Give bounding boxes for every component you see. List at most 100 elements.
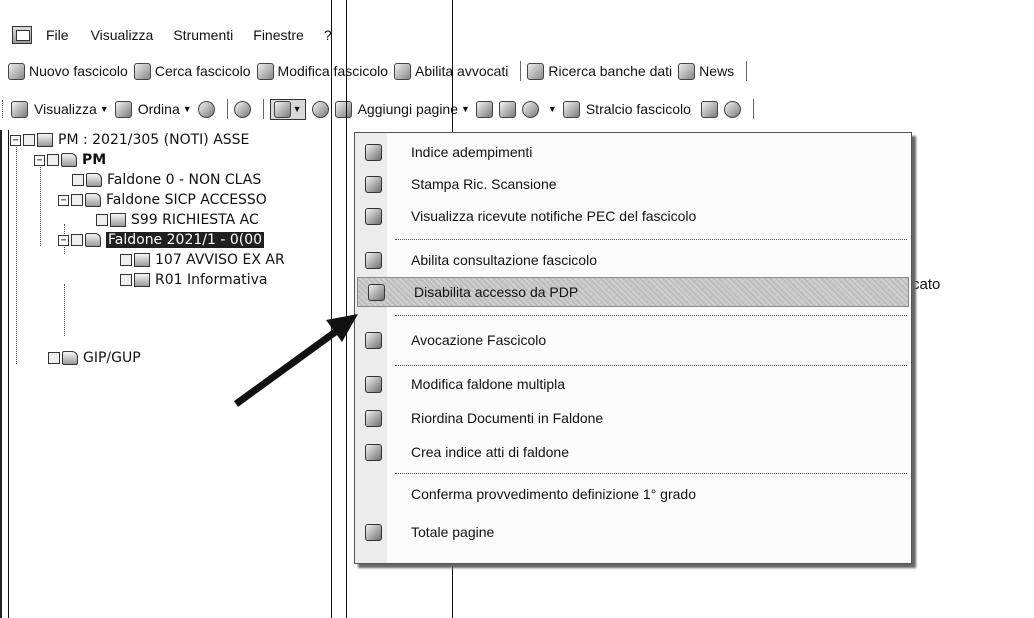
index-icon bbox=[365, 443, 382, 461]
tree-node-107[interactable]: 107 AVVISO EX AR bbox=[120, 250, 285, 270]
menu-separator bbox=[395, 239, 907, 240]
tree-node-faldone-0[interactable]: Faldone 0 - NON CLAS bbox=[72, 170, 261, 190]
collapse-icon[interactable]: − bbox=[58, 194, 69, 206]
collapse-icon[interactable]: − bbox=[34, 154, 45, 166]
search-databases-button[interactable]: Ricerca banche dati bbox=[527, 62, 672, 80]
menu-item-stampa-ric-scansione[interactable]: Stampa Ric. Scansione bbox=[355, 169, 911, 199]
checkbox-icon[interactable] bbox=[120, 274, 132, 286]
stralcio-button[interactable]: Stralcio fascicolo bbox=[586, 101, 691, 117]
chevron-down-icon[interactable]: ▼ bbox=[461, 104, 470, 114]
settings-icon[interactable] bbox=[723, 100, 741, 118]
folder-icon bbox=[62, 351, 78, 365]
menu-item-avocazione-fascicolo[interactable]: Avocazione Fascicolo bbox=[355, 325, 911, 355]
menu-item-crea-indice-atti[interactable]: Crea indice atti di faldone bbox=[355, 437, 911, 467]
toolbar-separator bbox=[520, 61, 522, 81]
checkbox-icon[interactable] bbox=[48, 352, 60, 364]
checkbox-icon[interactable] bbox=[71, 194, 83, 206]
binder-icon bbox=[85, 233, 101, 247]
document-icon bbox=[134, 253, 150, 267]
chevron-down-icon[interactable]: ▼ bbox=[100, 104, 109, 114]
menu-separator bbox=[395, 365, 907, 366]
barcode-icon bbox=[365, 175, 382, 193]
delete-icon[interactable] bbox=[700, 100, 718, 118]
menu-finestre[interactable]: Finestre bbox=[253, 27, 304, 43]
add-cross-icon[interactable] bbox=[475, 100, 493, 118]
add-pages-icon bbox=[334, 100, 352, 118]
stralcio-icon bbox=[562, 100, 580, 118]
add-pages-dropdown[interactable]: Aggiungi pagine bbox=[358, 101, 458, 117]
collapse-icon[interactable]: − bbox=[10, 134, 21, 146]
menu-separator bbox=[395, 473, 907, 474]
view-icon bbox=[11, 100, 28, 118]
tree-node-gip-gup[interactable]: GIP/GUP bbox=[48, 348, 141, 368]
tree-node-s99[interactable]: S99 RICHIESTA AC bbox=[96, 210, 259, 230]
menu-bar: File Visualizza Strumenti Finestre ? bbox=[0, 22, 1034, 48]
menu-separator bbox=[395, 315, 907, 316]
tree-node-pm[interactable]: − PM bbox=[34, 150, 106, 170]
search-case-icon bbox=[133, 62, 151, 80]
checkbox-icon[interactable] bbox=[47, 154, 59, 166]
tree-line bbox=[64, 284, 65, 336]
menu-item-visualizza-ricevute-pec[interactable]: Visualizza ricevute notifiche PEC del fa… bbox=[355, 201, 911, 231]
toolbar-separator bbox=[746, 61, 748, 81]
edit-case-button[interactable]: Modifica fascicolo bbox=[256, 62, 388, 80]
menu-item-disabilita-accesso-pdp[interactable]: Disabilita accesso da PDP bbox=[357, 277, 909, 307]
database-search-icon bbox=[527, 62, 545, 80]
menu-item-modifica-faldone-multipla[interactable]: Modifica faldone multipla bbox=[355, 369, 911, 399]
new-case-icon bbox=[8, 62, 25, 80]
search-case-button[interactable]: Cerca fascicolo bbox=[133, 62, 251, 80]
refresh-icon[interactable] bbox=[197, 100, 215, 118]
checkbox-icon[interactable] bbox=[23, 134, 35, 146]
tree-line bbox=[40, 164, 41, 246]
annotation-arrow-icon bbox=[233, 314, 358, 407]
actions-dropdown-button[interactable]: ▼ bbox=[269, 98, 306, 120]
menu-item-totale-pagine[interactable]: Totale pagine bbox=[355, 517, 911, 547]
edit-pencil-icon[interactable] bbox=[311, 100, 329, 118]
menu-visualizza[interactable]: Visualizza bbox=[91, 27, 154, 43]
edit-case-icon bbox=[256, 62, 274, 80]
visualizza-dropdown[interactable]: Visualizza bbox=[34, 101, 97, 117]
tree-node-faldone-2021-1[interactable]: − Faldone 2021/1 - 0(00 bbox=[58, 230, 265, 250]
users-icon bbox=[273, 100, 291, 118]
binder-icon bbox=[85, 193, 101, 207]
globe-icon[interactable] bbox=[233, 100, 251, 118]
news-button[interactable]: News bbox=[678, 62, 734, 80]
tree-node-faldone-sicp[interactable]: − Faldone SICP ACCESSO bbox=[58, 190, 267, 210]
collapse-icon[interactable]: − bbox=[58, 234, 69, 246]
person-icon[interactable] bbox=[521, 100, 539, 118]
key-disable-icon bbox=[368, 283, 385, 301]
menu-item-indice-adempimenti[interactable]: Indice adempimenti bbox=[355, 137, 911, 167]
context-menu: Indice adempimenti Stampa Ric. Scansione… bbox=[354, 132, 912, 564]
binder-icon bbox=[86, 173, 102, 187]
menu-item-abilita-consultazione[interactable]: Abilita consultazione fascicolo bbox=[355, 245, 911, 275]
mail-receipt-icon bbox=[365, 207, 382, 225]
lawyers-icon bbox=[394, 62, 412, 80]
document-icon bbox=[110, 213, 126, 227]
menu-strumenti[interactable]: Strumenti bbox=[173, 27, 233, 43]
tree-node-r01[interactable]: R01 Informativa bbox=[120, 270, 267, 290]
menu-file[interactable]: File bbox=[46, 27, 69, 43]
chevron-down-icon[interactable]: ▼ bbox=[183, 104, 192, 114]
document-icon bbox=[134, 273, 150, 287]
checkbox-icon[interactable] bbox=[96, 214, 108, 226]
app-icon[interactable] bbox=[12, 26, 32, 44]
toolbar-separator bbox=[752, 99, 754, 119]
sort-icon bbox=[114, 100, 132, 118]
checkbox-icon[interactable] bbox=[72, 174, 84, 186]
tree-line bbox=[16, 144, 17, 364]
chevron-down-icon[interactable]: ▼ bbox=[548, 104, 557, 114]
checkbox-icon[interactable] bbox=[120, 254, 132, 266]
new-case-button[interactable]: Nuovo fascicolo bbox=[8, 62, 128, 80]
toolbar-grip[interactable] bbox=[2, 100, 5, 118]
menu-item-riordina-documenti[interactable]: Riordina Documenti in Faldone bbox=[355, 403, 911, 433]
tree-node-pm-case[interactable]: − PM : 2021/305 (NOTI) ASSE bbox=[10, 130, 249, 150]
news-icon bbox=[678, 62, 696, 80]
secondary-toolbar: Visualizza ▼ Ordina ▼ ▼ Aggiungi pagine … bbox=[0, 94, 1034, 124]
right-panel-text: cato bbox=[912, 276, 941, 293]
notes-icon[interactable] bbox=[498, 100, 516, 118]
ordina-dropdown[interactable]: Ordina bbox=[138, 101, 180, 117]
reorder-icon bbox=[365, 409, 382, 427]
toolbar-separator bbox=[262, 99, 264, 119]
menu-item-conferma-provvedimento[interactable]: Conferma provvedimento definizione 1° gr… bbox=[355, 479, 911, 509]
checkbox-icon[interactable] bbox=[71, 234, 83, 246]
